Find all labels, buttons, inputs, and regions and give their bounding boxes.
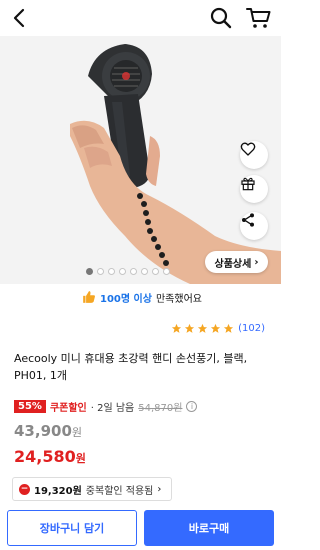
add-to-cart-button[interactable]: 장바구니 담기 <box>7 510 137 546</box>
satisfaction-text: 만족했어요 <box>155 293 202 305</box>
chevron-right-icon: › <box>254 256 259 268</box>
star-icon <box>172 323 182 333</box>
duplicate-discount-box[interactable]: − 19,320원 중복할인 적용됨 › <box>12 477 172 501</box>
carousel-dot[interactable] <box>108 268 115 275</box>
cart-icon[interactable] <box>246 6 272 30</box>
duplicate-discount-text: 중복할인 적용됨 <box>85 485 154 497</box>
thumbs-up-icon <box>83 291 95 303</box>
handheld-fan-illustration <box>0 36 281 284</box>
carousel-dot[interactable] <box>141 268 148 275</box>
back-arrow-icon[interactable] <box>8 6 32 30</box>
currency-label: 원 <box>71 426 83 439</box>
discount-badge: 55% <box>14 399 46 413</box>
product-title: Aecooly 미니 휴대용 초강력 핸디 손선풍기, 블랙, PH01, 1개 <box>14 352 248 382</box>
list-price-value: 43,900 <box>14 422 72 440</box>
coupon-label: 쿠폰할인 <box>49 402 87 414</box>
currency-label: 원 <box>75 452 86 465</box>
original-price: 54,870원 <box>138 402 183 414</box>
rating[interactable]: (102) <box>171 323 265 334</box>
coupon-line: 55% 쿠폰할인 · 2일 남음 54,870원 i <box>14 398 198 414</box>
star-icon <box>224 323 234 333</box>
gift-icon <box>241 177 255 191</box>
bottom-action-bar: 장바구니 담기 바로구매 <box>0 506 281 550</box>
carousel-dot[interactable] <box>152 268 159 275</box>
carousel-dot[interactable] <box>86 268 93 275</box>
heart-icon <box>240 142 256 156</box>
star-icon <box>211 323 221 333</box>
search-icon[interactable] <box>209 6 233 30</box>
satisfaction-banner: 100명 이상 만족했어요 <box>82 289 202 305</box>
carousel-dot[interactable] <box>163 268 170 275</box>
share-button[interactable] <box>240 212 268 240</box>
satisfaction-count: 100명 이상 <box>100 293 152 305</box>
wishlist-button[interactable] <box>240 141 268 169</box>
star-icon <box>185 323 195 333</box>
share-icon <box>242 213 254 227</box>
product-image[interactable] <box>0 36 281 284</box>
gift-button[interactable] <box>240 175 268 203</box>
star-icon <box>198 323 208 333</box>
top-bar <box>0 0 281 36</box>
chevron-right-icon: › <box>157 483 162 495</box>
list-price: 43,900원 <box>14 422 82 440</box>
carousel-dot[interactable] <box>97 268 104 275</box>
carousel-dot[interactable] <box>119 268 126 275</box>
carousel-dot[interactable] <box>130 268 137 275</box>
coupon-remaining: · 2일 남음 <box>90 402 135 414</box>
sale-price-value: 24,580 <box>14 447 76 466</box>
discount-minus-icon: − <box>19 483 30 495</box>
product-detail-label: 상품상세 <box>214 258 252 270</box>
info-icon[interactable]: i <box>186 400 198 412</box>
sale-price: 24,580원 <box>14 447 86 466</box>
duplicate-discount-amount: 19,320원 <box>34 485 82 497</box>
carousel-indicator <box>86 268 170 276</box>
product-detail-button[interactable]: 상품상세 › <box>205 251 268 273</box>
buy-now-button[interactable]: 바로구매 <box>144 510 274 546</box>
review-count[interactable]: (102) <box>238 323 265 334</box>
